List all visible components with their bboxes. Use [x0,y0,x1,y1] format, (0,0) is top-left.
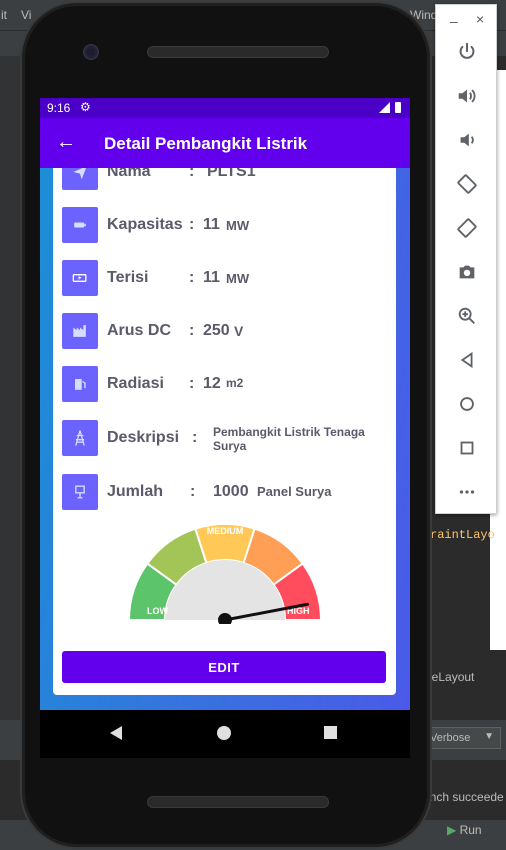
detail-value: 11 [203,269,220,286]
detail-row-radiasi: Radiasi : 12 m2 [62,366,392,404]
gauge-label-low: LOW [147,606,168,616]
minimize-button[interactable]: – [450,13,458,29]
navigation-icon [62,168,98,190]
detail-card: Nama : PLTS1 Kapasitas : 11 MW Terisi : … [53,168,396,695]
chevron-down-icon: ▼ [484,731,494,742]
layout-breadcrumb[interactable]: iveLayout [423,670,474,684]
signal-icon [379,102,390,113]
detail-label: Kapasitas [107,216,183,233]
volume-down-icon[interactable] [453,126,481,154]
run-tab-label: Run [459,823,482,837]
run-tab[interactable]: ▶ Run [447,823,482,837]
device-screen: 9:16 ⚙ ← Detail Pembangkit Listrik Nama … [40,98,410,710]
volume-up-icon[interactable] [453,82,481,110]
detail-label: Arus DC [107,322,172,339]
fuel-station-icon [62,366,98,402]
log-level-select[interactable]: Verbose ▼ [423,727,501,749]
overview-icon[interactable] [453,434,481,462]
detail-row-nama: Nama : PLTS1 [62,168,392,192]
detail-label: Radiasi [107,375,164,392]
detail-colon: : [189,375,195,392]
detail-row-kapasitas: Kapasitas : 11 MW [62,207,392,245]
front-camera [83,44,99,60]
power-tower-icon [62,420,98,456]
run-status-text: unch succeede [423,790,504,804]
status-time: 9:16 [47,101,71,115]
detail-value: 250 [203,322,230,339]
detail-value: PLTS1 [207,168,256,180]
status-bar: 9:16 ⚙ [40,98,410,118]
page-title: Detail Pembangkit Listrik [104,134,308,153]
detail-value: 1000 [213,483,249,500]
detail-row-deskripsi: Deskripsi : Pembangkit Listrik Tenaga Su… [62,420,392,460]
detail-value: 12 [203,375,221,392]
battery-charging-icon [62,260,98,296]
rotate-right-icon[interactable] [453,214,481,242]
home-icon[interactable] [453,390,481,418]
rotate-left-icon[interactable] [453,170,481,198]
nav-back-icon[interactable] [110,726,122,740]
detail-value: Pembangkit Listrik Tenaga Surya [213,425,365,453]
play-icon: ▶ [447,823,457,837]
log-level-value: Verbose [430,732,471,744]
detail-colon: : [192,429,198,446]
nav-home-icon[interactable] [217,726,231,740]
detail-colon: : [190,483,196,500]
detail-unit: m2 [226,376,244,390]
detail-row-jumlah: Jumlah : 1000 Panel Surya [62,474,392,512]
nav-bar [40,710,410,758]
detail-colon: : [189,168,195,180]
solar-panel-icon [62,474,98,510]
gauge-label-medium: MEDIUM [207,526,244,536]
arrow-left-icon[interactable]: ← [56,131,76,153]
ide-left-panel [0,56,24,756]
detail-label: Nama [107,168,151,180]
detail-colon: : [189,269,195,286]
top-speaker [147,46,329,58]
app-bar: ← Detail Pembangkit Listrik [40,118,410,168]
camera-icon[interactable] [453,258,481,286]
battery-capacity-icon [62,207,98,243]
battery-icon [395,102,401,113]
code-fragment: raintLayo [430,528,495,542]
detail-unit: V [234,323,244,339]
detail-colon: : [189,322,195,339]
gear-icon: ⚙ [80,100,91,114]
back-icon[interactable] [453,346,481,374]
close-button[interactable]: × [476,11,484,27]
detail-unit: Panel Surya [257,484,332,499]
detail-label: Terisi [107,269,149,286]
detail-colon: : [189,216,195,233]
detail-unit: MW [226,218,250,233]
detail-row-arus-dc: Arus DC : 250 V [62,313,392,351]
capacity-gauge: LOW MEDIUM HIGH [127,523,323,624]
menu-item[interactable]: it [1,8,7,22]
power-icon[interactable] [453,38,481,66]
factory-icon [62,313,98,349]
detail-label: Jumlah [107,483,164,500]
detail-value: 11 [203,216,220,233]
detail-unit: MW [226,271,250,286]
emulator-toolbar: – × [435,4,497,514]
nav-recents-icon[interactable] [324,726,337,739]
bottom-speaker [147,796,329,808]
zoom-icon[interactable] [453,302,481,330]
edit-button[interactable]: EDIT [62,651,386,683]
more-icon[interactable] [453,478,481,506]
detail-row-terisi: Terisi : 11 MW [62,260,392,298]
detail-label: Deskripsi [107,429,180,446]
menu-item[interactable]: Vi [21,8,31,22]
